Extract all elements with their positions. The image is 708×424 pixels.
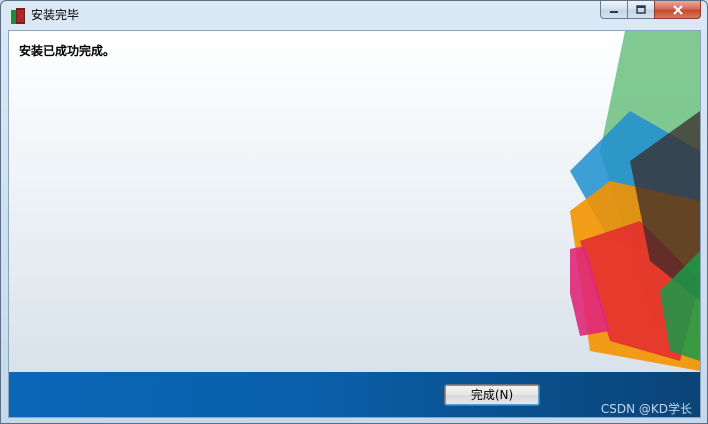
close-button[interactable] (654, 1, 701, 19)
title-bar[interactable]: 安装完毕 (1, 1, 707, 30)
finish-button[interactable]: 完成(N) (444, 384, 540, 406)
close-icon (672, 4, 683, 15)
maximize-icon (636, 5, 646, 14)
maximize-button[interactable] (627, 1, 654, 19)
installer-icon (11, 8, 25, 24)
success-message: 安装已成功完成。 (19, 44, 116, 58)
minimize-button[interactable] (600, 1, 627, 19)
action-bar: 完成(N) CSDN @KD学长 (9, 372, 700, 417)
window-title: 安装完毕 (31, 8, 80, 22)
installer-window: 安装完毕 安装已成功完成。 完成(N) CSDN @KD学长 (0, 0, 708, 424)
content-panel: 安装已成功完成。 完成(N) CSDN @KD学长 (8, 30, 701, 418)
window-controls (600, 1, 701, 20)
minimize-icon (610, 10, 618, 13)
watermark-text: CSDN @KD学长 (600, 402, 692, 416)
decorative-shapes (570, 31, 700, 371)
